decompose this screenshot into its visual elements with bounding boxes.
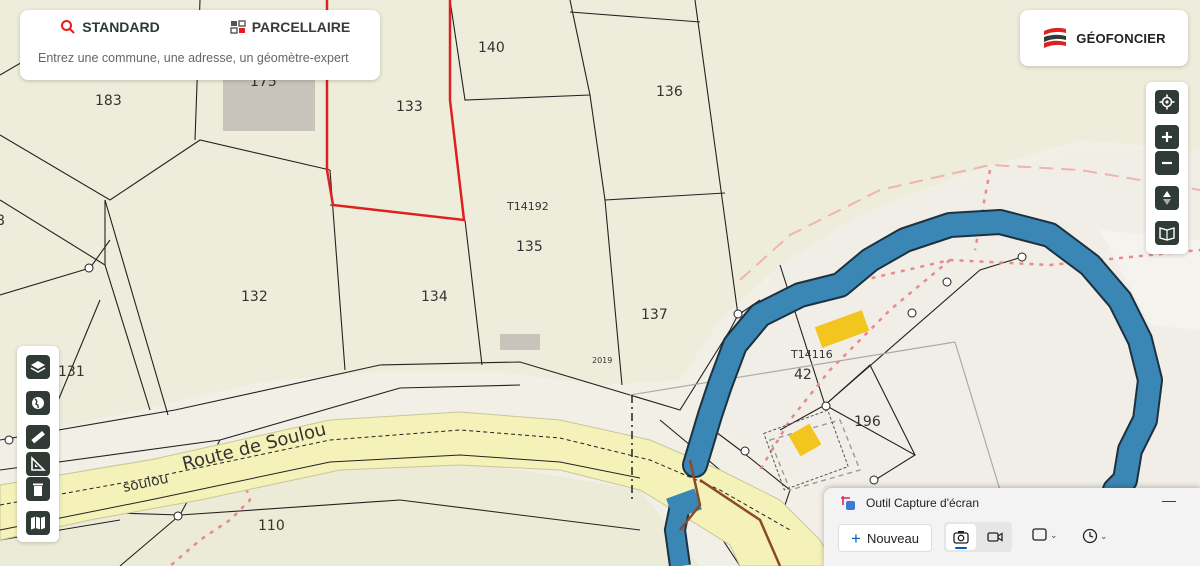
parcel-label: 136 (656, 84, 683, 100)
parcel-icon (230, 19, 246, 35)
parcel-label: 110 (258, 518, 285, 534)
camera-icon (953, 531, 969, 544)
layers-button[interactable] (26, 355, 50, 379)
year-label: 2019 (592, 356, 612, 365)
parcel-label: T14192 (506, 200, 549, 213)
search-panel: STANDARD PARCELLAIRE (20, 10, 380, 80)
snip-delay-dropdown[interactable]: ⌄ (1082, 528, 1108, 544)
parcel-label: 42 (794, 367, 812, 383)
tab-standard-label: STANDARD (82, 19, 160, 35)
screenshot-mode-button[interactable] (946, 524, 976, 550)
measure-area-button[interactable] (26, 452, 50, 476)
capture-mode-toggle (944, 522, 1012, 552)
locate-button[interactable] (1155, 90, 1179, 114)
zoom-in-button[interactable] (1155, 125, 1179, 149)
tab-standard[interactable]: STANDARD (20, 10, 200, 44)
new-capture-button[interactable]: + Nouveau (838, 524, 932, 552)
parcel-label: 134 (421, 289, 448, 305)
set-square-icon (31, 456, 46, 471)
cadastral-map[interactable]: 140 136 183 175 133 T14192 135 132 134 1… (0, 0, 1200, 566)
minimize-button[interactable]: — (1162, 492, 1176, 508)
layers-icon (30, 361, 46, 373)
parcel-label: 183 (95, 93, 122, 109)
chevron-down-icon: ⌄ (1050, 529, 1058, 540)
map-icon (31, 516, 45, 530)
plus-icon (1162, 132, 1172, 142)
map-controls-right (1146, 82, 1188, 254)
ruler-icon (31, 430, 45, 444)
globe-icon (32, 397, 44, 409)
plus-icon: + (851, 528, 861, 548)
parcel-label: 8 (0, 213, 5, 229)
parcel-label: 132 (241, 289, 268, 305)
measure-distance-button[interactable] (26, 425, 50, 449)
new-capture-label: Nouveau (866, 530, 919, 546)
book-icon (1159, 227, 1175, 241)
zoom-out-button[interactable] (1155, 151, 1179, 175)
trash-icon (33, 483, 43, 496)
clock-icon (1082, 528, 1098, 544)
parcel-label: T14116 (790, 348, 833, 361)
chevron-down-icon: ⌄ (1100, 530, 1108, 541)
building (500, 334, 540, 350)
tab-parcellaire[interactable]: PARCELLAIRE (200, 10, 380, 44)
delete-button[interactable] (26, 477, 50, 501)
search-icon (60, 19, 76, 35)
rectangle-snip-icon (1032, 528, 1047, 541)
locate-icon (1159, 94, 1175, 110)
geofoncier-logo[interactable]: GÉOFONCIER (1020, 10, 1188, 66)
logo-icon (1044, 27, 1067, 48)
north-arrow-icon (1163, 191, 1171, 205)
logo-text: GÉOFONCIER (1076, 30, 1166, 46)
parcel-label: 131 (58, 364, 85, 380)
search-tabs: STANDARD PARCELLAIRE (20, 10, 380, 44)
search-input[interactable] (36, 50, 368, 66)
tab-parcellaire-label: PARCELLAIRE (251, 19, 351, 35)
parcel-label: 135 (516, 239, 543, 255)
snipping-tool-title: Outil Capture d'écran (866, 496, 980, 510)
snipping-tool-window: Outil Capture d'écran — + Nouveau ⌄ ⌄ (824, 488, 1200, 566)
parcel-label: 196 (854, 414, 881, 430)
parcel-label: 133 (396, 99, 423, 115)
parcel-label: 137 (641, 307, 668, 323)
catalog-button[interactable] (1155, 221, 1179, 245)
map-button[interactable] (26, 511, 50, 535)
snip-shape-dropdown[interactable]: ⌄ (1032, 528, 1058, 542)
map-tools-left (17, 346, 59, 542)
minus-icon (1162, 161, 1172, 165)
orientation-button[interactable] (1155, 186, 1179, 210)
globe-button[interactable] (26, 391, 50, 415)
snipping-tool-icon (841, 496, 855, 510)
video-camera-icon (987, 532, 1003, 542)
video-mode-button[interactable] (980, 524, 1010, 550)
parcel-label: 140 (478, 40, 505, 56)
